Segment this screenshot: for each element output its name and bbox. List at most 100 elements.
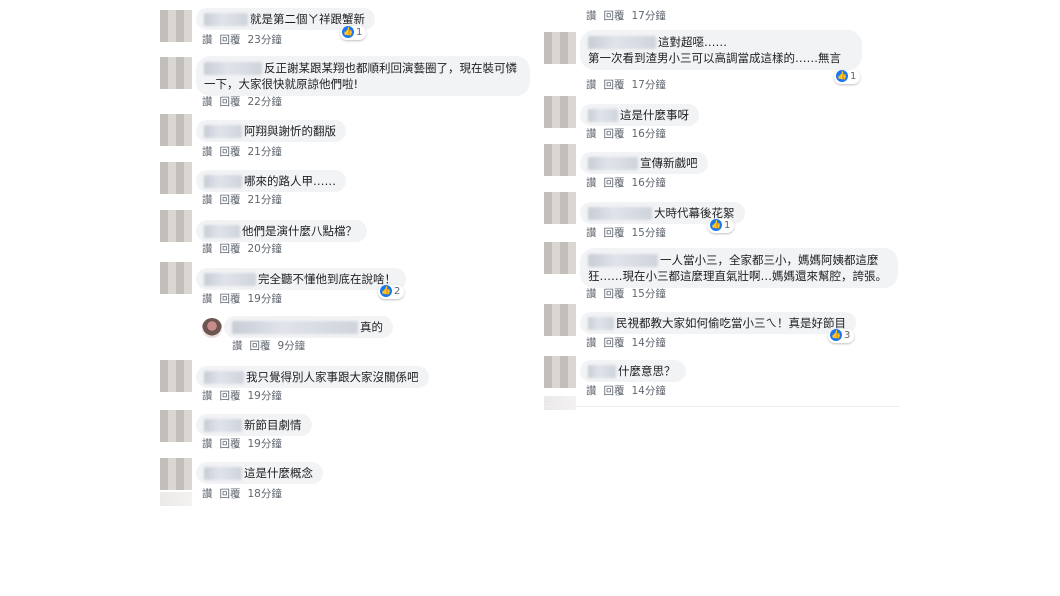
avatar[interactable] <box>160 458 192 490</box>
reply-link[interactable]: 回覆 <box>220 146 241 158</box>
comment-actions: 讚回覆 20分鐘 <box>202 241 289 256</box>
comment-bubble: 反正謝某跟某翔也都順利回演藝圈了，現在裝可憐一下，大家很快就原諒他們啦! <box>196 56 530 96</box>
reaction-count[interactable]: 👍 1 <box>834 70 861 84</box>
like-link[interactable]: 讚 <box>586 288 597 300</box>
comment-text: 他們是演什麼八點檔？ <box>242 224 357 238</box>
comment-bubble: 一人當小三，全家都三小，媽媽阿姨都這麼狂……現在小三都這麼理直氣壯啊…媽媽還來幫… <box>580 248 898 288</box>
avatar[interactable] <box>160 410 192 442</box>
timestamp[interactable]: 21分鐘 <box>248 146 282 158</box>
reaction-count[interactable]: 👍 2 <box>378 285 405 299</box>
reply-link[interactable]: 回覆 <box>220 488 241 500</box>
like-link[interactable]: 讚 <box>202 34 213 46</box>
reply-link[interactable]: 回覆 <box>604 288 625 300</box>
reply-link[interactable]: 回覆 <box>220 438 241 450</box>
timestamp[interactable]: 9分鐘 <box>278 340 306 352</box>
reply-link[interactable]: 回覆 <box>220 243 241 255</box>
reply-link[interactable]: 回覆 <box>604 177 625 189</box>
reaction-count[interactable]: 👍 1 <box>708 219 735 233</box>
timestamp[interactable]: 17分鐘 <box>632 10 666 22</box>
timestamp[interactable]: 20分鐘 <box>248 243 282 255</box>
reply-link[interactable]: 回覆 <box>604 10 625 22</box>
timestamp[interactable]: 22分鐘 <box>248 96 282 108</box>
like-link[interactable]: 讚 <box>586 337 597 349</box>
comment-actions: 讚回覆 9分鐘 <box>232 338 312 353</box>
reply-link[interactable]: 回覆 <box>220 96 241 108</box>
comment-bubble: 這是什麼概念 <box>196 462 323 484</box>
like-link[interactable]: 讚 <box>232 340 243 352</box>
redacted-name <box>204 371 244 384</box>
comment-actions: 讚回覆 19分鐘 <box>202 436 289 451</box>
avatar[interactable] <box>160 360 192 392</box>
avatar[interactable] <box>544 96 576 128</box>
reply-link[interactable]: 回覆 <box>220 34 241 46</box>
like-link[interactable]: 讚 <box>586 10 597 22</box>
reply-link[interactable]: 回覆 <box>604 337 625 349</box>
like-link[interactable]: 讚 <box>586 385 597 397</box>
divider <box>544 406 900 407</box>
timestamp[interactable]: 14分鐘 <box>632 385 666 397</box>
redacted-name <box>204 419 242 432</box>
comment-text-line2: 第一次看到渣男小三可以高調當成這樣的……無言 <box>588 51 841 65</box>
like-icon: 👍 <box>710 219 722 231</box>
timestamp[interactable]: 19分鐘 <box>248 438 282 450</box>
like-link[interactable]: 讚 <box>202 390 213 402</box>
like-link[interactable]: 讚 <box>202 146 213 158</box>
avatar[interactable] <box>544 242 576 274</box>
avatar[interactable] <box>544 192 576 224</box>
avatar[interactable] <box>160 57 192 89</box>
avatar[interactable] <box>160 210 192 242</box>
redacted-name <box>204 13 248 26</box>
comment-text: 宣傳新戲吧 <box>640 156 698 170</box>
reply-link[interactable]: 回覆 <box>604 227 625 239</box>
avatar[interactable] <box>160 10 192 42</box>
like-link[interactable]: 讚 <box>202 293 213 305</box>
timestamp[interactable]: 15分鐘 <box>632 288 666 300</box>
like-link[interactable]: 讚 <box>586 79 597 91</box>
timestamp[interactable]: 19分鐘 <box>248 390 282 402</box>
reply-link[interactable]: 回覆 <box>604 128 625 140</box>
timestamp[interactable]: 16分鐘 <box>632 128 666 140</box>
reaction-count[interactable]: 👍 1 <box>340 26 367 40</box>
timestamp[interactable]: 14分鐘 <box>632 337 666 349</box>
avatar[interactable] <box>160 114 192 146</box>
timestamp[interactable]: 21分鐘 <box>248 194 282 206</box>
timestamp[interactable]: 19分鐘 <box>248 293 282 305</box>
like-link[interactable]: 讚 <box>586 128 597 140</box>
comment-bubble: 他們是演什麼八點檔？ <box>196 220 367 242</box>
like-icon: 👍 <box>380 285 392 297</box>
reply-link[interactable]: 回覆 <box>220 293 241 305</box>
avatar[interactable] <box>160 262 192 294</box>
like-link[interactable]: 讚 <box>202 438 213 450</box>
comment-text: 什麼意思？ <box>618 364 676 378</box>
redacted-name <box>204 467 242 480</box>
timestamp[interactable]: 18分鐘 <box>248 488 282 500</box>
timestamp[interactable]: 16分鐘 <box>632 177 666 189</box>
avatar[interactable] <box>544 144 576 176</box>
like-link[interactable]: 讚 <box>202 488 213 500</box>
reply-link[interactable]: 回覆 <box>220 390 241 402</box>
like-link[interactable]: 讚 <box>202 194 213 206</box>
like-link[interactable]: 讚 <box>586 177 597 189</box>
comment-text: 就是第二個ㄚ祥跟蟹新 <box>250 12 365 26</box>
timestamp[interactable]: 23分鐘 <box>248 34 282 46</box>
avatar[interactable] <box>544 304 576 336</box>
reaction-count[interactable]: 👍 3 <box>828 329 855 343</box>
reply-link[interactable]: 回覆 <box>604 385 625 397</box>
avatar[interactable] <box>160 162 192 194</box>
comment-text: 這對超噁…… <box>658 35 727 49</box>
reply-link[interactable]: 回覆 <box>220 194 241 206</box>
timestamp[interactable]: 15分鐘 <box>632 227 666 239</box>
timestamp[interactable]: 17分鐘 <box>632 79 666 91</box>
comment-bubble: 哪來的路人甲…… <box>196 170 346 192</box>
avatar[interactable] <box>544 356 576 388</box>
like-link[interactable]: 讚 <box>202 243 213 255</box>
like-link[interactable]: 讚 <box>202 96 213 108</box>
avatar[interactable] <box>544 32 576 64</box>
reply-link[interactable]: 回覆 <box>604 79 625 91</box>
like-link[interactable]: 讚 <box>586 227 597 239</box>
reply-link[interactable]: 回覆 <box>250 340 271 352</box>
comment-actions: 讚回覆 18分鐘 <box>202 486 289 501</box>
comment-text: 民視都教大家如何偷吃當小三ㄟ！真是好節目 <box>616 316 846 330</box>
like-icon: 👍 <box>830 329 842 341</box>
avatar[interactable] <box>202 318 222 338</box>
